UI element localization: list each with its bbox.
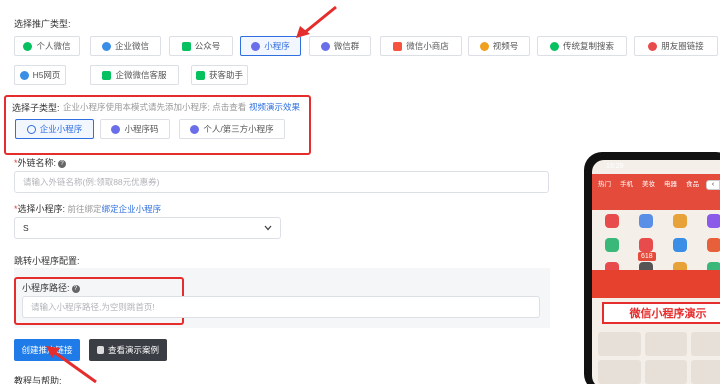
promo-type-label: 选择推广类型: bbox=[14, 19, 71, 29]
mini-program-icon bbox=[190, 124, 200, 134]
wechat-group-icon bbox=[320, 41, 330, 51]
promo-chip-h5[interactable]: H5网页 bbox=[14, 65, 66, 85]
wechat-icon bbox=[23, 41, 33, 51]
subtype-chip-qrcode[interactable]: 小程序码 bbox=[100, 119, 170, 139]
category-icon bbox=[673, 238, 687, 252]
help-icon[interactable]: ? bbox=[58, 159, 67, 168]
promo-chip-official-account[interactable]: 公众号 bbox=[169, 36, 233, 56]
promo-chip-shop[interactable]: 微信小商店 bbox=[380, 36, 462, 56]
promo-chip-assistant[interactable]: 获客助手 bbox=[191, 65, 248, 85]
shop-tab: 热门 bbox=[598, 181, 611, 188]
goods-tile bbox=[644, 360, 688, 384]
path-label: 小程序路径:? bbox=[22, 281, 80, 294]
shop-tabs: 热门 手机 美妆 电器 食品 bbox=[592, 178, 720, 188]
phone-banner-text: 微信小程序演示 bbox=[602, 302, 720, 324]
shop-tab: 手机 bbox=[620, 181, 633, 188]
service-icon bbox=[102, 70, 112, 80]
subtype-label: 选择子类型: bbox=[12, 103, 60, 113]
goods-tile bbox=[598, 332, 641, 356]
subtype-chip-personal[interactable]: 个人/第三方小程序 bbox=[179, 119, 285, 139]
subtype-chip-enterprise[interactable]: 企业小程序 bbox=[15, 119, 94, 139]
category-icon bbox=[639, 214, 653, 228]
category-icon bbox=[707, 214, 720, 228]
channels-icon bbox=[479, 41, 489, 51]
moments-icon bbox=[648, 41, 658, 51]
promo-chip-copy-search[interactable]: 传统复制搜索 bbox=[537, 36, 627, 56]
promo-chip-channels[interactable]: 视频号 bbox=[468, 36, 530, 56]
subtype-hint: 企业小程序使用本模式请先添加小程序; 点击查看 bbox=[63, 102, 247, 112]
promo-chip-work-wechat[interactable]: 企业微信 bbox=[90, 36, 161, 56]
redirect-config-label: 跳转小程序配置: bbox=[14, 256, 80, 266]
promo-chip-service[interactable]: 企微微信客服 bbox=[90, 65, 179, 85]
category-icon bbox=[605, 238, 619, 252]
chevron-down-icon bbox=[264, 225, 272, 231]
shop-tab: 美妆 bbox=[642, 181, 655, 188]
copy-search-icon bbox=[549, 41, 559, 51]
mini-program-select[interactable]: S bbox=[14, 217, 281, 239]
mini-program-icon bbox=[26, 124, 36, 134]
shop-category-grid bbox=[598, 214, 720, 276]
path-input[interactable]: 请输入小程序路径,为空则跳首页! bbox=[22, 296, 540, 318]
promo-band: 618 bbox=[592, 252, 720, 298]
help-icon[interactable]: ? bbox=[71, 284, 80, 293]
subtype-demo-link[interactable]: 视频演示效果 bbox=[249, 101, 300, 113]
link-name-label: *外链名称:? bbox=[14, 156, 67, 169]
bind-mp-link[interactable]: 绑定企业小程序 bbox=[102, 204, 162, 214]
category-icon bbox=[605, 214, 619, 228]
promo-chip-wechat[interactable]: 个人微信 bbox=[14, 36, 80, 56]
goods-tile bbox=[644, 332, 688, 356]
view-demo-button[interactable]: 查看演示案例 bbox=[89, 339, 167, 361]
phone-preview: 16:29 热门 手机 美妆 电器 食品 618 微信小程序演示 bbox=[584, 152, 720, 384]
category-icon bbox=[673, 214, 687, 228]
goods-tile bbox=[598, 360, 641, 384]
phone-screen: 16:29 热门 手机 美妆 电器 食品 618 微信小程序演示 bbox=[592, 160, 720, 384]
mini-program-icon bbox=[251, 41, 261, 51]
shop-tab: 食品 bbox=[686, 181, 699, 188]
shop-icon bbox=[393, 41, 403, 51]
select-mp-label: *选择小程序: 前往绑定绑定企业小程序 bbox=[14, 204, 162, 214]
sale-badge: 618 bbox=[638, 252, 656, 261]
work-wechat-icon bbox=[101, 41, 111, 51]
category-icon bbox=[639, 238, 653, 252]
h5-icon bbox=[19, 70, 29, 80]
goods-tile bbox=[691, 332, 720, 356]
assistant-icon bbox=[195, 70, 205, 80]
category-icon bbox=[707, 238, 720, 252]
help-label: 教程与帮助: bbox=[14, 376, 62, 384]
link-name-input[interactable]: 请输入外链名称(例:领取88元优惠券) bbox=[14, 171, 549, 193]
official-account-icon bbox=[181, 41, 191, 51]
shop-tab: 电器 bbox=[664, 181, 677, 188]
goods-grid bbox=[598, 332, 720, 384]
mini-program-icon bbox=[111, 124, 121, 134]
goods-tile bbox=[691, 360, 720, 384]
status-time: 16:29 bbox=[606, 163, 624, 170]
promo-chip-moments[interactable]: 朋友圈链接 bbox=[634, 36, 718, 56]
annotation-arrow-top bbox=[296, 5, 337, 38]
